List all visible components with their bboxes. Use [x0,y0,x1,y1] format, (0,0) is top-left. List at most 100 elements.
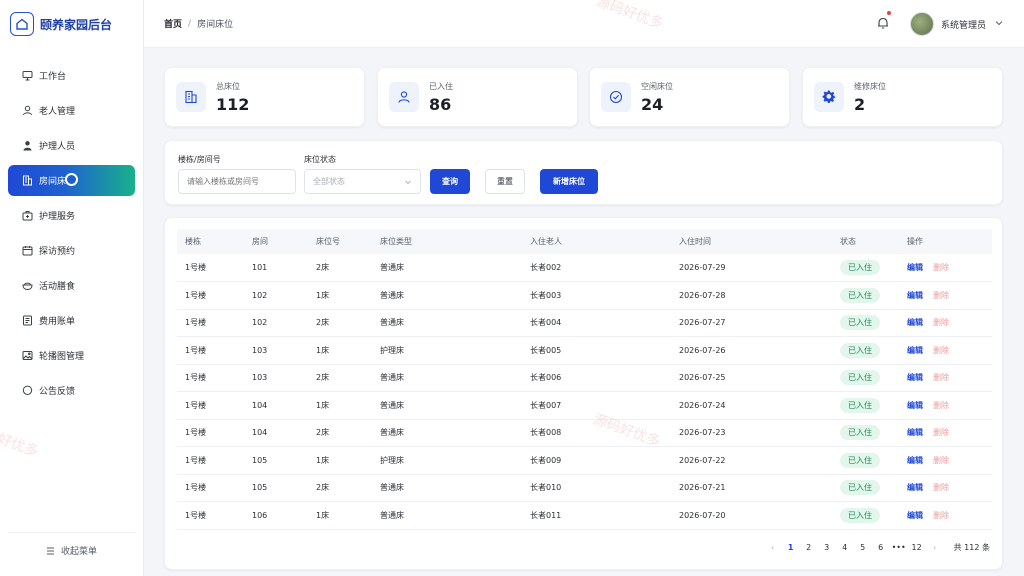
edit-link[interactable]: 编辑 [907,511,923,520]
column-header: 状态 [840,237,856,246]
sidebar-item-care-services[interactable]: 护理服务 [8,200,135,231]
table-cell: 1号楼 [185,263,207,272]
next-page-button[interactable]: › [926,543,944,552]
page-button[interactable]: 6 [872,543,890,552]
sidebar-item-label: 工作台 [39,72,67,82]
sidebar-item-caregivers[interactable]: 护理人员 [8,130,135,161]
delete-link[interactable]: 删除 [933,401,949,410]
search-button[interactable]: 查询 [430,169,470,194]
chevron-down-icon [404,178,412,186]
table-cell: 长者011 [530,510,562,520]
edit-link[interactable]: 编辑 [907,483,923,492]
room-search-input[interactable] [178,169,296,194]
app-logo[interactable]: 颐养家园后台 [0,0,143,48]
status-badge: 已入住 [840,452,880,468]
edit-link[interactable]: 编辑 [907,373,923,382]
edit-link[interactable]: 编辑 [907,346,923,355]
delete-link[interactable]: 删除 [933,456,949,465]
delete-link[interactable]: 删除 [933,346,949,355]
page-button[interactable]: 4 [836,543,854,552]
notification-bell-icon[interactable] [876,11,891,30]
delete-link[interactable]: 删除 [933,291,949,300]
gear-icon [814,82,844,112]
actions-cell: 编辑 删除 [899,309,992,337]
status-badge: 已入住 [840,260,880,275]
status-cell: 已入住 [832,309,899,337]
page-button[interactable]: 2 [800,543,818,552]
add-bed-button[interactable]: 新增床位 [540,169,598,194]
stat-label: 维修床位 [854,81,886,91]
edit-link[interactable]: 编辑 [907,456,923,465]
table-body: 1号楼 101 2床 普通床 长者002 2026-07-29 已入住 编辑 删除 1号楼 102 1… [177,254,992,529]
stat-label: 已入住 [429,81,453,91]
table-cell: 1床 [316,510,330,520]
stat-card-free-beds: 空闲床位 24 [589,67,790,127]
top-header: 首页 / 房间床位 系统管理员 [144,0,1024,48]
table-cell: 2026-07-29 [679,263,726,272]
room-filter-label: 楼栋/房间号 [178,155,221,164]
delete-link[interactable]: 删除 [933,483,949,492]
delete-link[interactable]: 删除 [933,428,949,437]
edit-link[interactable]: 编辑 [907,428,923,437]
delete-link[interactable]: 删除 [933,318,949,327]
breadcrumb-home[interactable]: 首页 [164,17,182,30]
table-row: 1号楼 102 1床 普通床 长者003 2026-07-28 已入住 编辑 删除 [177,282,992,309]
table-cell: 105 [252,455,268,465]
table-cell: 1号楼 [185,400,207,410]
monitor-icon [22,70,33,81]
sidebar-item-visits[interactable]: 探访预约 [8,235,135,266]
table-cell: 1号楼 [185,483,207,493]
prev-page-button[interactable]: ‹ [764,543,782,552]
sidebar-item-notices[interactable]: 公告反馈 [8,375,135,406]
sidebar-item-billing[interactable]: 费用账单 [8,305,135,336]
status-select[interactable]: 全部状态 [304,169,421,194]
edit-link[interactable]: 编辑 [907,401,923,410]
edit-link[interactable]: 编辑 [907,318,923,327]
status-badge: 已入住 [840,397,880,413]
bill-icon [22,315,33,326]
actions-cell: 编辑 删除 [899,337,992,365]
building-icon [22,175,33,186]
status-cell: 已入住 [832,502,899,530]
sidebar-item-activities[interactable]: 活动膳食 [8,270,135,301]
table-cell: 普通床 [380,400,404,410]
sidebar-item-banners[interactable]: 轮播图管理 [8,340,135,371]
delete-link[interactable]: 删除 [933,373,949,382]
table-cell: 护理床 [380,345,404,355]
app-title: 颐养家园后台 [40,17,113,32]
avatar[interactable] [910,12,934,36]
sidebar-item-rooms[interactable]: 房间床位 [8,165,135,196]
page-button[interactable]: 1 [782,543,800,552]
page-button[interactable]: 3 [818,543,836,552]
delete-link[interactable]: 删除 [933,263,949,272]
edit-link[interactable]: 编辑 [907,291,923,300]
user-icon [22,105,33,116]
status-badge: 已入住 [840,342,880,358]
stat-label: 空闲床位 [641,81,673,91]
edit-link[interactable]: 编辑 [907,263,923,272]
table-header-row: 楼栋 房间 床位号 床位类型 入住老人 入住时间 状态 操作 [177,229,992,254]
collapse-menu-label: 收起菜单 [60,547,97,557]
page-ellipsis[interactable]: ••• [890,543,908,552]
status-cell: 已入住 [832,392,899,420]
page-button[interactable]: 5 [854,543,872,552]
table-row: 1号楼 101 2床 普通床 长者002 2026-07-29 已入住 编辑 删除 [177,254,992,282]
page-button[interactable]: 12 [908,543,926,552]
table-cell: 2026-07-21 [679,483,726,493]
image-icon [22,350,33,361]
table-cell: 2026-07-22 [679,455,726,465]
stat-value: 112 [216,94,250,114]
chevron-down-icon[interactable] [994,18,1004,28]
sidebar-item-dashboard[interactable]: 工作台 [8,60,135,91]
delete-link[interactable]: 删除 [933,511,949,520]
reset-button[interactable]: 重置 [485,169,525,194]
table-row: 1号楼 103 1床 护理床 长者005 2026-07-26 已入住 编辑 删除 [177,337,992,365]
actions-cell: 编辑 删除 [899,254,992,282]
table-cell: 2床 [316,263,330,272]
user-name[interactable]: 系统管理员 [941,18,986,31]
collapse-menu-button[interactable]: 收起菜单 [8,532,135,568]
column-header: 床位号 [316,237,340,246]
sidebar-item-elders[interactable]: 老人管理 [8,95,135,126]
table-cell: 101 [252,263,268,272]
table-cell: 1床 [316,400,330,410]
